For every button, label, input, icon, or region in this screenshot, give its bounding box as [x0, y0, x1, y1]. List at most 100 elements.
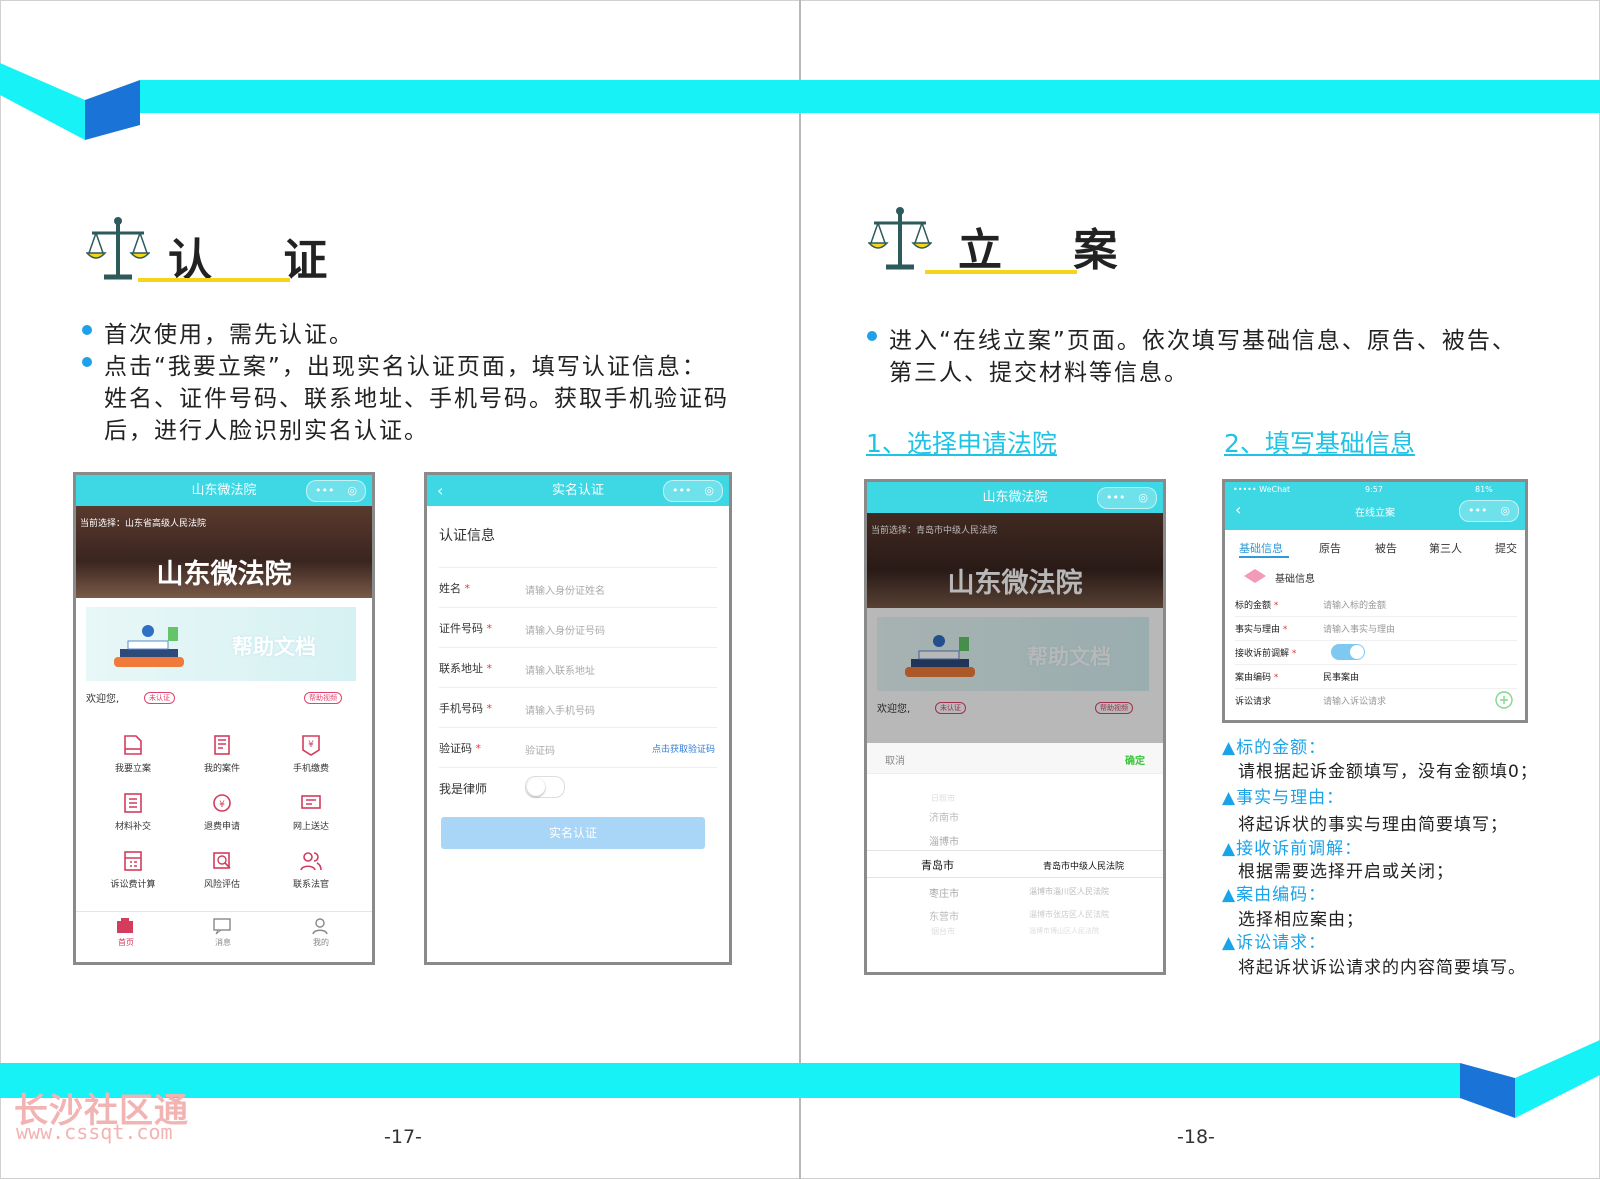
name-field[interactable]: 姓名 * 请输入身份证姓名 [439, 568, 717, 608]
payment-icon[interactable]: ¥ [299, 733, 323, 757]
home-tab-icon[interactable] [115, 917, 135, 935]
section-title: 认证信息 [439, 528, 495, 544]
contact-judge-icon[interactable] [299, 849, 323, 873]
message-tab-icon[interactable] [212, 917, 232, 935]
claims-field[interactable]: 诉讼请求 请输入诉讼请求 [1235, 688, 1517, 712]
field-label: 联系地址 [439, 662, 483, 675]
lawyer-toggle[interactable] [525, 776, 565, 798]
submit-auth-button[interactable]: 实名认证 [441, 817, 705, 849]
active-tab-indicator [1239, 556, 1289, 558]
help-video-link[interactable]: 帮助视频 [304, 692, 342, 704]
picker-cancel-button[interactable]: 取消 [885, 752, 905, 767]
page-number: -18- [1177, 1126, 1215, 1148]
note-title: ▲事实与理由： [1222, 788, 1345, 808]
grid-label: 手机缴费 [292, 764, 329, 774]
picker-confirm-button[interactable]: 确定 [1125, 752, 1145, 767]
amount-field[interactable]: 标的金额 * 请输入标的金额 [1235, 592, 1517, 617]
tab-home-label: 首页 [118, 938, 134, 947]
bullet-text: 首次使用，需先认证。 [104, 322, 354, 348]
section-title: 基础信息 [1275, 574, 1315, 585]
field-label: 事实与理由 [1235, 625, 1281, 635]
menu-capsule[interactable]: ••• ◎ [306, 480, 366, 502]
field-label: 姓名 [439, 582, 461, 595]
help-doc-card[interactable]: 帮助文档 [86, 607, 356, 681]
menu-capsule[interactable]: ••• ◎ [1459, 500, 1519, 522]
note-text: 将起诉状诉讼请求的内容简要填写。 [1238, 958, 1526, 978]
heading-underline [925, 270, 1077, 274]
app-title-bar: 山东微法院 ••• ◎ [867, 482, 1163, 513]
grid-label: 网上送达 [292, 822, 329, 832]
add-circle-icon[interactable] [1495, 691, 1513, 709]
banner-title: 山东微法院 [156, 559, 292, 590]
tab-basic-info[interactable]: 基础信息 [1239, 540, 1283, 556]
picker-city-option[interactable]: 枣庄市 [929, 885, 959, 900]
more-icon: ••• [315, 484, 335, 497]
picker-selected-court[interactable]: 青岛市中级人民法院 [1043, 859, 1124, 872]
picker-court-option[interactable]: 淄博市博山区人民法院 [1029, 926, 1099, 936]
current-court[interactable]: 当前选择：山东省高级人民法院 [80, 516, 206, 529]
tab-plaintiff[interactable]: 原告 [1319, 540, 1341, 556]
modal-overlay [867, 513, 1163, 743]
field-placeholder: 请输入标的金额 [1323, 601, 1387, 611]
field-value: 民事案由 [1323, 673, 1360, 683]
picker-court-option[interactable]: 淄博市淄川区人民法院 [1029, 886, 1109, 897]
grid-label: 风险评估 [203, 880, 240, 890]
grid-label: 诉讼费计算 [110, 880, 156, 890]
note-text: 请根据起诉金额填写，没有金额填0； [1238, 762, 1538, 782]
scale-icon [868, 207, 932, 270]
back-icon[interactable]: ‹ [437, 475, 443, 506]
picker-court-option[interactable]: 淄博市张店区人民法院 [1029, 909, 1109, 920]
refund-icon[interactable]: ¥ [210, 791, 234, 815]
bullet-text: 进入“在线立案”页面。依次填写基础信息、原告、被告、 [889, 328, 1517, 354]
material-icon[interactable] [121, 791, 145, 815]
grid-label: 退费申请 [203, 822, 240, 832]
menu-capsule[interactable]: ••• ◎ [663, 480, 723, 502]
field-label: 接收诉前调解 [1235, 649, 1290, 659]
profile-tab-icon[interactable] [310, 917, 330, 935]
tab-submit[interactable]: 提交 [1495, 540, 1517, 556]
verify-code-field[interactable]: 验证码 * 验证码 点击获取验证码 [439, 728, 717, 768]
calculator-icon[interactable] [121, 849, 145, 873]
grid-label: 我的案件 [203, 764, 240, 774]
app-title-bar: ‹ 实名认证 ••• ◎ [427, 475, 729, 506]
tab-third-party[interactable]: 第三人 [1429, 540, 1462, 556]
my-cases-icon[interactable] [210, 733, 234, 757]
close-target-icon: ◎ [704, 484, 714, 497]
address-field[interactable]: 联系地址 * 请输入联系地址 [439, 648, 717, 688]
field-label: 证件号码 [439, 622, 483, 635]
auth-status-badge[interactable]: 未认证 [144, 692, 175, 704]
mediation-field[interactable]: 接收诉前调解 * [1235, 640, 1517, 665]
page-number: -17- [384, 1126, 422, 1148]
get-code-button[interactable]: 点击获取验证码 [652, 742, 715, 755]
bullet-text: 点击“我要立案”，出现实名认证页面，填写认证信息： [104, 354, 707, 380]
page-heading: 立 案 [958, 225, 1146, 276]
file-case-icon[interactable] [121, 733, 145, 757]
menu-capsule[interactable]: ••• ◎ [1097, 487, 1157, 509]
phone-basic-info-screenshot: ••••• WeChat 9:57 81% ‹ 在线立案 ••• ◎ 基础信息 原… [1222, 479, 1528, 723]
svg-text:¥: ¥ [308, 740, 314, 750]
bottom-band [0, 1040, 1600, 1118]
page-spine [799, 0, 801, 1179]
picker-selected-city[interactable]: 青岛市 [921, 857, 954, 873]
phone-field[interactable]: 手机号码 * 请输入手机号码 [439, 688, 717, 728]
mediation-toggle[interactable] [1331, 644, 1365, 660]
tab-defendant[interactable]: 被告 [1375, 540, 1397, 556]
step-select-court-link[interactable]: 1、选择申请法院 [866, 424, 1057, 460]
id-number-field[interactable]: 证件号码 * 请输入身份证号码 [439, 608, 717, 648]
picker-city-option[interactable]: 日照市 [931, 793, 955, 804]
note-text: 根据需要选择开启或关闭； [1238, 862, 1454, 882]
facts-field[interactable]: 事实与理由 * 请输入事实与理由 [1235, 616, 1517, 641]
close-target-icon: ◎ [347, 484, 357, 497]
picker-city-option[interactable]: 烟台市 [931, 926, 955, 937]
lawyer-label: 我是律师 [439, 782, 488, 796]
step-basic-info-link[interactable]: 2、填写基础信息 [1224, 424, 1415, 460]
note-title: ▲标的金额： [1222, 738, 1327, 758]
risk-assess-icon[interactable] [210, 849, 234, 873]
case-code-field[interactable]: 案由编码 * 民事案由 [1235, 664, 1517, 689]
picker-city-option[interactable]: 淄博市 [929, 833, 959, 848]
delivery-icon[interactable] [299, 791, 323, 815]
picker-city-option[interactable]: 东营市 [929, 908, 959, 923]
note-text: 将起诉状的事实与理由简要填写； [1238, 815, 1508, 835]
picker-city-option[interactable]: 济南市 [929, 809, 959, 824]
court-banner: 当前选择：山东省高级人民法院 山东微法院 [76, 506, 372, 598]
